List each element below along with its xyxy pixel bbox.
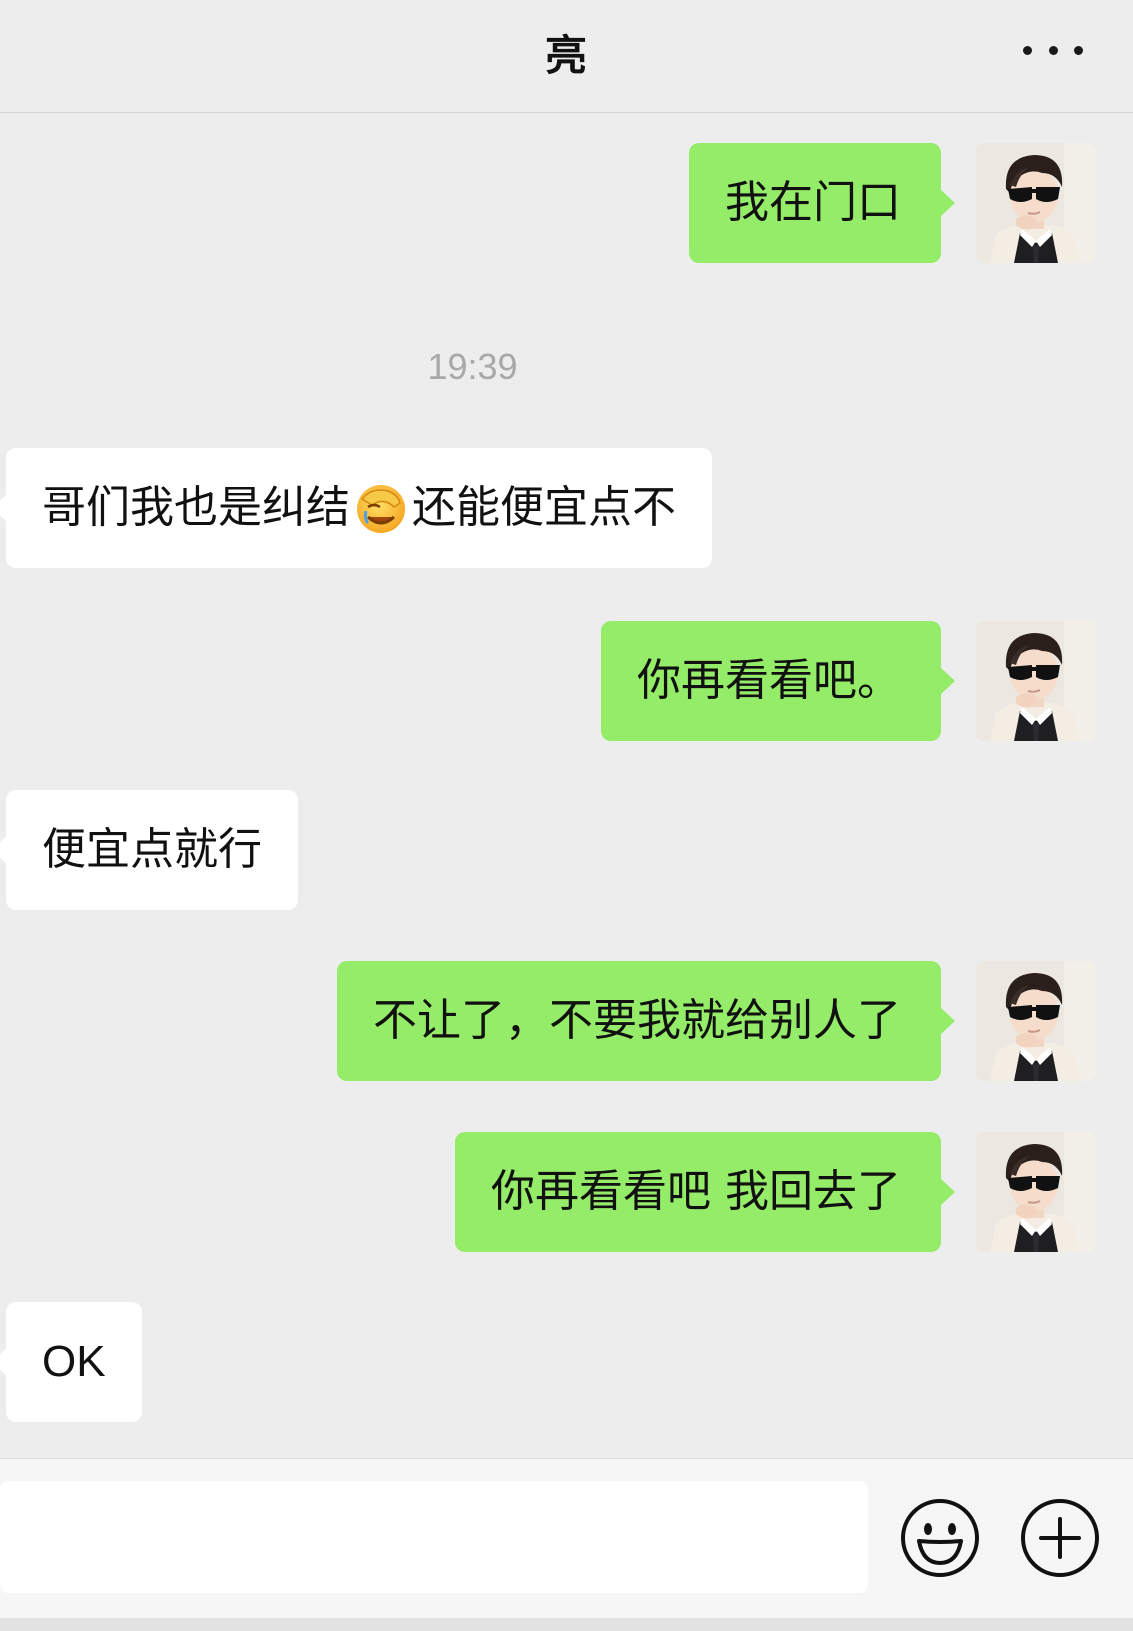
avatar-image: [976, 1132, 1096, 1252]
message-row-outgoing: 你再看看吧 我回去了: [0, 1132, 1133, 1252]
avatar-image: [976, 961, 1096, 1081]
my-avatar[interactable]: [976, 961, 1096, 1081]
message-row-incoming: 哥们我也是纠结 还能便宜点不: [0, 448, 1133, 568]
message-list[interactable]: 我在门口 19:39 哥们我也是纠结 还能便宜点不 你再看看吧。 便宜点就行 不…: [0, 113, 1133, 1458]
emoji-smiley-icon: [901, 1499, 979, 1577]
message-timestamp: 19:39: [427, 346, 518, 387]
outgoing-message-bubble[interactable]: 你再看看吧。: [601, 621, 955, 741]
outgoing-message-bubble[interactable]: 你再看看吧 我回去了: [455, 1132, 955, 1252]
message-text: 不让了，不要我就给别人了: [373, 995, 901, 1046]
message-text: 便宜点就行: [42, 824, 262, 875]
more-options-button[interactable]: [1023, 30, 1083, 70]
chat-title: 亮: [544, 31, 588, 80]
my-avatar[interactable]: [976, 621, 1096, 741]
plus-icon: [1021, 1499, 1099, 1577]
more-dot: [1074, 45, 1083, 55]
face-palm-emoji-icon: [357, 485, 405, 533]
avatar-image: [976, 143, 1096, 263]
message-row-outgoing: 不让了，不要我就给别人了: [0, 961, 1133, 1081]
outgoing-message-bubble[interactable]: 我在门口: [689, 143, 955, 263]
more-functions-button[interactable]: [1019, 1497, 1101, 1579]
my-avatar[interactable]: [976, 143, 1096, 263]
more-dot: [1048, 45, 1058, 55]
incoming-message-bubble[interactable]: OK: [0, 1302, 142, 1422]
message-text: 哥们我也是纠结: [42, 482, 350, 533]
my-avatar[interactable]: [976, 1132, 1096, 1252]
chat-header: 亮: [0, 0, 1133, 113]
message-text: 我在门口: [725, 177, 901, 228]
outgoing-message-bubble[interactable]: 不让了，不要我就给别人了: [337, 961, 955, 1081]
message-text: 你再看看吧 我回去了: [491, 1166, 901, 1217]
incoming-message-bubble[interactable]: 便宜点就行: [0, 790, 298, 910]
bottom-edge: [0, 1618, 1133, 1631]
avatar-image: [976, 621, 1096, 741]
message-row-incoming: 便宜点就行: [0, 790, 1133, 910]
incoming-message-bubble[interactable]: 哥们我也是纠结 还能便宜点不: [0, 448, 712, 568]
input-bar: [0, 1458, 1133, 1618]
message-text: OK: [42, 1337, 106, 1386]
message-row-outgoing: 我在门口: [0, 143, 1133, 263]
emoji-button[interactable]: [899, 1497, 981, 1579]
message-text: 还能便宜点不: [412, 482, 676, 533]
message-row-incoming: OK: [0, 1302, 1133, 1422]
message-input[interactable]: [0, 1481, 868, 1593]
message-row-outgoing: 你再看看吧。: [0, 621, 1133, 741]
message-text: 你再看看吧。: [637, 655, 901, 706]
more-dots-icon: [1023, 45, 1032, 55]
